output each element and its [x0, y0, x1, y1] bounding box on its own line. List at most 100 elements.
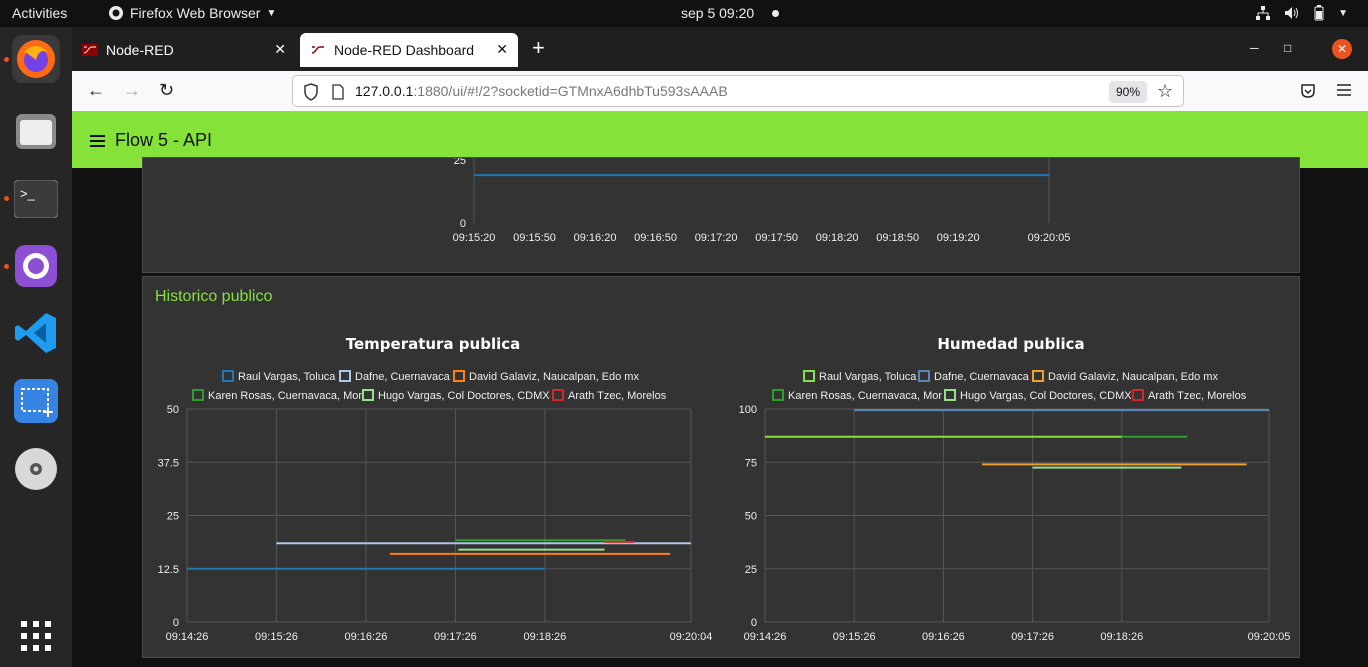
legend-label: Raul Vargas, Toluca [819, 371, 917, 383]
screenshot-icon [14, 379, 58, 423]
system-tray[interactable]: ▼ [1256, 5, 1348, 21]
legend-swatch [362, 389, 374, 401]
caret-down-icon: ▼ [266, 7, 277, 19]
tab-node-red[interactable]: Node-RED ✕ [72, 33, 296, 67]
app-menu[interactable]: Firefox Web Browser ▼ [108, 5, 276, 21]
tab-node-red-dashboard[interactable]: Node-RED Dashboard ✕ [300, 33, 518, 67]
network-icon [1256, 6, 1271, 20]
volume-icon [1285, 7, 1299, 19]
navigation-toolbar: ← → ↻ 127.0.0.1:1880/ui/#!/2?socketid=GT… [72, 71, 1368, 111]
bookmark-star-icon[interactable]: ☆ [1157, 81, 1173, 101]
chart-title-temperature: Temperatura publica [345, 335, 521, 353]
new-tab-button[interactable]: + [532, 37, 545, 59]
x-tick-label: 09:14:26 [166, 631, 209, 643]
close-window-icon[interactable]: ✕ [1332, 39, 1352, 59]
y-tick-label: 12.5 [158, 564, 179, 576]
legend-label: Raul Vargas, Toluca [238, 371, 336, 383]
activities-button[interactable]: Activities [12, 5, 67, 21]
group-historico-publico: Historico publico Temperatura publica Hu… [142, 276, 1300, 658]
x-tick-label: 09:20:04 [670, 631, 713, 643]
page-icon[interactable] [331, 84, 345, 100]
y-tick-label: 25 [454, 158, 466, 167]
y-tick-label: 0 [460, 218, 466, 230]
url-rest: :1880/ui/#!/2?socketid=GTMnxA6dhbTu593sA… [413, 83, 728, 99]
app-menu-label: Firefox Web Browser [130, 5, 261, 21]
legend-label: Hugo Vargas, Col Doctores, CDMX [960, 390, 1132, 402]
legend-label: Arath Tzec, Morelos [1148, 390, 1247, 402]
x-tick-label: 09:16:20 [574, 232, 617, 244]
dock-disc[interactable] [12, 445, 60, 493]
dock-files[interactable] [12, 107, 60, 155]
legend-swatch [944, 389, 956, 401]
node-red-icon [82, 44, 98, 56]
x-tick-label: 09:20:05 [1028, 232, 1071, 244]
running-indicator [4, 57, 9, 62]
legend-swatch [192, 389, 204, 401]
y-tick-label: 100 [739, 404, 757, 416]
x-tick-label: 09:15:50 [513, 232, 556, 244]
legend-label: Hugo Vargas, Col Doctores, CDMX [378, 390, 550, 402]
maximize-icon[interactable]: □ [1284, 41, 1291, 55]
running-indicator [4, 196, 9, 201]
group-title: Historico publico [155, 288, 273, 305]
shield-icon[interactable] [303, 83, 319, 101]
hamburger-menu-icon[interactable] [90, 135, 105, 147]
menu-icon[interactable] [1337, 84, 1351, 96]
tab-label: Node-RED Dashboard [334, 42, 475, 58]
x-tick-label: 09:16:26 [922, 631, 965, 643]
firefox-icon [17, 40, 55, 78]
firefox-window: Node-RED ✕ Node-RED Dashboard ✕ + ─ □ ✕ … [72, 27, 1368, 667]
legend-swatch [339, 370, 351, 382]
humidity-chart: 0 25 50 75 100 09:14:26 09:15:26 09:16:26 09:17:… [739, 370, 1290, 643]
dock-vscode[interactable] [12, 309, 60, 357]
folder-icon [16, 114, 56, 149]
x-tick-label: 09:18:26 [1100, 631, 1143, 643]
x-tick-label: 09:16:50 [634, 232, 677, 244]
dock-terminal[interactable]: >_ [12, 175, 60, 223]
terminal-icon: >_ [14, 180, 58, 218]
close-tab-icon[interactable]: ✕ [274, 41, 286, 58]
zoom-level-button[interactable]: 90% [1109, 81, 1147, 103]
legend-label: Dafne, Cuernavaca [355, 371, 451, 383]
pocket-icon[interactable] [1300, 83, 1316, 99]
back-arrow-icon[interactable]: ← [87, 80, 105, 101]
clock[interactable]: sep 5 09:20 [681, 5, 754, 21]
close-tab-icon[interactable]: ✕ [496, 41, 508, 58]
x-tick-label: 09:18:20 [816, 232, 859, 244]
y-tick-label: 50 [745, 511, 757, 523]
temperature-chart: 0 12.5 25 37.5 50 09:14:26 09:15:26 09:16:26 09:… [158, 370, 713, 643]
reload-icon[interactable]: ↻ [159, 80, 174, 101]
running-indicator [4, 264, 9, 269]
dock: >_ [0, 27, 72, 667]
apps-grid-icon [21, 621, 51, 651]
firefox-icon [109, 6, 123, 20]
legend-label: Karen Rosas, Cuernavaca, Mor [208, 390, 362, 402]
x-tick-label: 09:15:26 [255, 631, 298, 643]
x-tick-label: 09:17:50 [755, 232, 798, 244]
minimize-icon[interactable]: ─ [1250, 41, 1259, 55]
battery-icon [1314, 5, 1324, 21]
chart-title-humidity: Humedad publica [937, 335, 1085, 353]
github-icon [15, 245, 57, 287]
x-tick-label: 09:15:20 [453, 232, 496, 244]
notification-dot-icon [772, 10, 779, 17]
disc-icon [15, 448, 57, 490]
vscode-icon [15, 313, 56, 353]
legend-swatch [1032, 370, 1044, 382]
legend-swatch [803, 370, 815, 382]
show-apps-button[interactable] [12, 612, 60, 660]
dock-github-desktop[interactable] [12, 242, 60, 290]
y-tick-label: 37.5 [158, 457, 179, 469]
legend-swatch [453, 370, 465, 382]
url-bar[interactable]: 127.0.0.1:1880/ui/#!/2?socketid=GTMnxA6d… [292, 75, 1184, 107]
legend-label: Dafne, Cuernavaca [934, 371, 1030, 383]
x-tick-label: 09:17:26 [1011, 631, 1054, 643]
legend-label: David Galaviz, Naucalpan, Edo mx [1048, 371, 1218, 383]
group-top-chart: 0 25 09:15:20 09:15:50 09:16:20 09:16:50 09:17… [142, 150, 1300, 273]
system-top-bar: Activities Firefox Web Browser ▼ sep 5 0… [0, 0, 1368, 27]
dock-screenshot[interactable] [12, 377, 60, 425]
node-red-icon [311, 46, 324, 54]
dock-firefox[interactable] [12, 35, 60, 83]
forward-arrow-icon[interactable]: → [123, 80, 141, 101]
top-chart: 0 25 09:15:20 09:15:50 09:16:20 09:16:50 09:17… [453, 150, 1071, 244]
